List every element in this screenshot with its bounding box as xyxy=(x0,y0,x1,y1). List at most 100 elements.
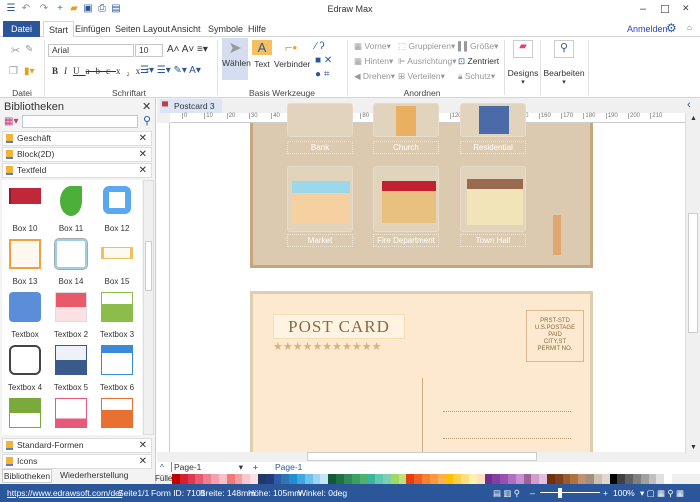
color-swatch[interactable] xyxy=(359,474,368,484)
scroll-up-icon[interactable]: ▲ xyxy=(690,115,697,122)
send-back-button[interactable]: ▦ Hinten▾ xyxy=(354,56,393,67)
color-swatch[interactable] xyxy=(312,474,321,484)
align-button[interactable]: ⊫ Ausrichtung▾ xyxy=(398,56,456,67)
color-swatch[interactable] xyxy=(547,474,555,484)
center-button[interactable]: ⊡ Zentriert xyxy=(458,56,499,67)
color-swatch[interactable] xyxy=(648,474,657,484)
color-swatch[interactable] xyxy=(414,474,422,484)
color-swatch[interactable] xyxy=(367,474,376,484)
tab-datei[interactable]: Datei xyxy=(3,21,40,37)
grow-font-icon[interactable]: A˄ A˅ ≡▾ xyxy=(167,44,208,55)
scroll-thumb[interactable] xyxy=(145,241,152,291)
color-swatch[interactable] xyxy=(500,474,508,484)
color-swatch[interactable] xyxy=(172,474,180,484)
rotate-button[interactable]: ◀ Drehen▾ xyxy=(354,71,395,82)
cut-icon[interactable]: ✂ xyxy=(11,44,20,57)
page-select[interactable]: Page-1 ▾ xyxy=(171,462,243,472)
color-swatch[interactable] xyxy=(226,474,235,484)
color-swatch[interactable] xyxy=(179,474,188,484)
library-category-icons[interactable]: Icons ✕ xyxy=(2,454,152,469)
library-close-icon[interactable]: ✕ xyxy=(142,100,151,113)
color-swatch[interactable] xyxy=(593,474,602,484)
color-swatch[interactable] xyxy=(382,474,391,484)
settings-icon[interactable]: ⚙ xyxy=(666,21,677,35)
shape-textbox-4[interactable]: Textbox 4 xyxy=(2,339,48,392)
website-link[interactable]: https://www.edrawsoft.com/de/ xyxy=(7,484,122,502)
color-swatch[interactable] xyxy=(507,474,516,484)
close-icon[interactable]: ✕ xyxy=(139,455,147,468)
color-swatch[interactable] xyxy=(437,474,446,484)
color-swatch[interactable] xyxy=(328,474,337,484)
shape-box-12[interactable]: Box 12 xyxy=(94,180,140,233)
tab-bibliotheken[interactable]: Bibliotheken xyxy=(2,469,52,483)
zoom-slider-thumb[interactable] xyxy=(557,488,562,498)
list-buttons-icon[interactable]: ☰▾ ☰▾ ✎▾ A▾ xyxy=(140,65,201,76)
size-button[interactable]: ▌▌Größe▾ xyxy=(458,41,498,52)
color-swatch[interactable] xyxy=(523,474,532,484)
zoom-in-button[interactable]: + xyxy=(603,484,608,502)
shape-box-11[interactable]: Box 11 xyxy=(48,180,94,233)
color-swatch[interactable] xyxy=(570,474,579,484)
format-painter-icon[interactable]: ✎ xyxy=(25,44,33,55)
color-swatch[interactable] xyxy=(250,474,258,484)
color-swatch[interactable] xyxy=(609,474,618,484)
color-swatch[interactable] xyxy=(422,474,430,484)
font-size-select[interactable]: 10 xyxy=(135,44,163,57)
color-swatch[interactable] xyxy=(343,474,352,484)
color-swatch[interactable] xyxy=(304,474,313,484)
zoom-slider[interactable] xyxy=(540,492,600,493)
tab-wiederherstellung[interactable]: Wiederherstellung xyxy=(60,469,129,481)
designs-button[interactable]: ▰ Designs ▾ xyxy=(506,40,540,86)
vertical-scrollbar[interactable]: ▲ ▼ xyxy=(685,113,700,453)
distribute-button[interactable]: ⊞ Verteilen▾ xyxy=(398,71,445,82)
shape-textbox-5[interactable]: Textbox 5 xyxy=(48,339,94,392)
tab-hilfe[interactable]: Hilfe xyxy=(243,21,271,37)
library-menu-icon[interactable]: ▦▾ xyxy=(4,116,18,127)
protect-button[interactable]: 🔒︎ Schutz▾ xyxy=(458,71,495,82)
building-tile-bank[interactable] xyxy=(287,103,353,137)
shape-textbox[interactable]: Textbox xyxy=(2,286,48,339)
color-swatch[interactable] xyxy=(468,474,477,484)
scroll-thumb[interactable] xyxy=(307,452,537,461)
color-swatch[interactable] xyxy=(218,474,227,484)
library-search-input[interactable] xyxy=(22,115,138,128)
color-swatch[interactable] xyxy=(578,474,587,484)
close-icon[interactable]: ✕ xyxy=(139,132,147,145)
color-swatch[interactable] xyxy=(586,474,594,484)
color-swatch[interactable] xyxy=(515,474,524,484)
color-swatch[interactable] xyxy=(281,474,290,484)
collapse-panel-icon[interactable]: ‹ xyxy=(687,99,691,111)
color-swatch[interactable] xyxy=(617,474,626,484)
color-swatch[interactable] xyxy=(375,474,383,484)
color-swatch[interactable] xyxy=(336,474,344,484)
fit-icons[interactable]: ▾ ▢ ▦ ⚲ ▦ xyxy=(640,484,684,502)
building-tile-fire-department[interactable] xyxy=(373,166,439,232)
add-page-button[interactable]: + xyxy=(253,462,258,472)
color-swatch[interactable] xyxy=(398,474,407,484)
postcard-back[interactable]: POST CARD ★★★★★★★★★★★ PRST-STD U.S.POSTA… xyxy=(250,291,593,458)
scroll-thumb[interactable] xyxy=(688,213,698,333)
edit-button[interactable]: ⚲ Bearbeiten ▾ xyxy=(542,40,586,86)
text-tool-button[interactable]: A Text xyxy=(252,40,272,69)
color-swatch[interactable] xyxy=(429,474,438,484)
color-swatch[interactable] xyxy=(492,474,501,484)
horizontal-scrollbar[interactable] xyxy=(157,452,685,462)
color-swatch[interactable] xyxy=(390,474,399,484)
select-tool-button[interactable]: ➤ Wählen xyxy=(222,38,251,80)
library-category-textfeld[interactable]: Textfeld ✕ xyxy=(2,163,152,178)
shape-box-13[interactable]: Box 13 xyxy=(2,233,48,286)
color-swatch[interactable] xyxy=(445,474,454,484)
page-tab-page-1[interactable]: Page-1 xyxy=(275,462,302,472)
library-category-block2d[interactable]: Block(2D) ✕ xyxy=(2,147,152,162)
zoom-level[interactable]: 100% xyxy=(613,484,635,502)
zoom-out-button[interactable]: – xyxy=(530,484,535,502)
color-swatch[interactable] xyxy=(632,474,641,484)
paste-icon[interactable]: ▮▾ xyxy=(24,66,35,77)
maximize-button[interactable]: ☐ xyxy=(660,3,670,16)
library-scrollbar[interactable] xyxy=(143,180,154,435)
shape-preview-row[interactable] xyxy=(94,392,140,435)
color-swatch[interactable] xyxy=(539,474,547,484)
group-button[interactable]: ⬚ Gruppieren▾ xyxy=(398,41,455,52)
view-mode-icons[interactable]: ▤ ▥ ⚲ xyxy=(493,484,520,502)
building-tile-town-hall[interactable] xyxy=(460,166,526,232)
